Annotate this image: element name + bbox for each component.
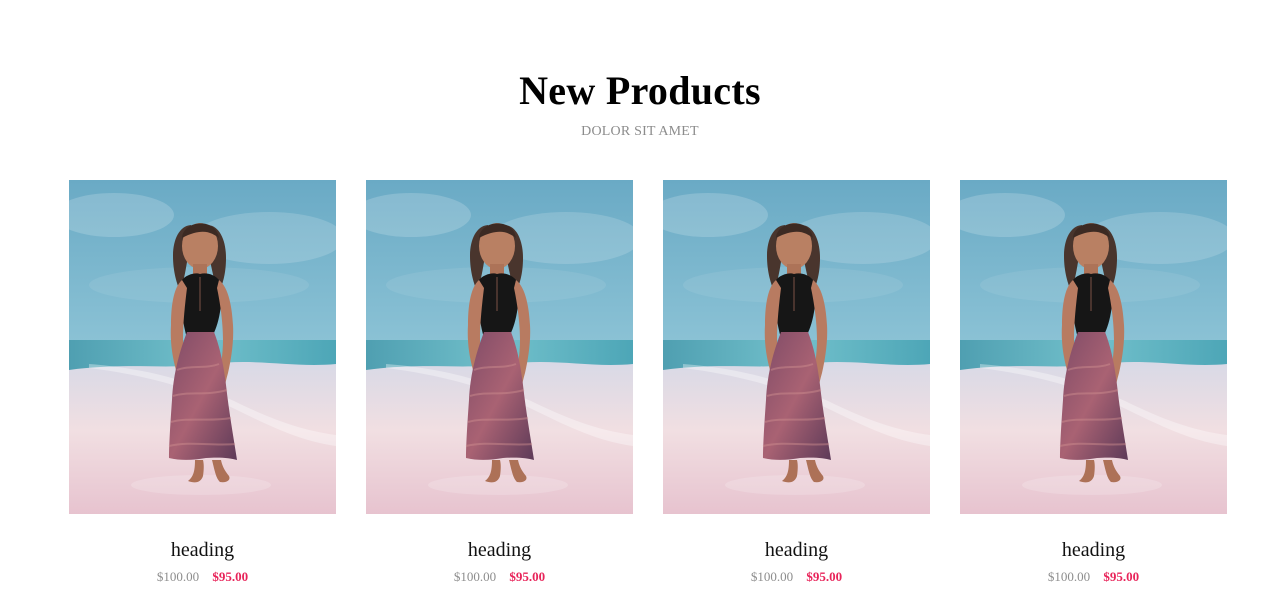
product-price: $100.00 $95.00 bbox=[69, 569, 336, 585]
product-card: heading $100.00 $95.00 bbox=[69, 180, 336, 585]
product-image[interactable] bbox=[960, 180, 1227, 514]
product-grid: heading $100.00 $95.00 heading $100.00 $… bbox=[69, 180, 1227, 585]
sale-price: $95.00 bbox=[806, 569, 843, 584]
old-price: $100.00 bbox=[750, 569, 794, 584]
product-heading[interactable]: heading bbox=[663, 538, 930, 562]
product-card: heading $100.00 $95.00 bbox=[960, 180, 1227, 585]
section-header: New Products DOLOR SIT AMET bbox=[0, 66, 1280, 140]
old-price: $100.00 bbox=[453, 569, 497, 584]
product-image[interactable] bbox=[663, 180, 930, 514]
product-heading[interactable]: heading bbox=[366, 538, 633, 562]
sale-price: $95.00 bbox=[212, 569, 249, 584]
old-price: $100.00 bbox=[156, 569, 200, 584]
sale-price: $95.00 bbox=[509, 569, 546, 584]
old-price: $100.00 bbox=[1047, 569, 1091, 584]
product-heading[interactable]: heading bbox=[69, 538, 336, 562]
section-subtitle: DOLOR SIT AMET bbox=[581, 124, 699, 139]
product-image[interactable] bbox=[366, 180, 633, 514]
sale-price: $95.00 bbox=[1103, 569, 1140, 584]
product-image[interactable] bbox=[69, 180, 336, 514]
product-price: $100.00 $95.00 bbox=[663, 569, 930, 585]
product-price: $100.00 $95.00 bbox=[366, 569, 633, 585]
product-card: heading $100.00 $95.00 bbox=[366, 180, 633, 585]
product-heading[interactable]: heading bbox=[960, 538, 1227, 562]
new-products-section: New Products DOLOR SIT AMET heading $100… bbox=[0, 0, 1280, 606]
section-title: New Products bbox=[519, 68, 761, 113]
product-price: $100.00 $95.00 bbox=[960, 569, 1227, 585]
product-card: heading $100.00 $95.00 bbox=[663, 180, 930, 585]
